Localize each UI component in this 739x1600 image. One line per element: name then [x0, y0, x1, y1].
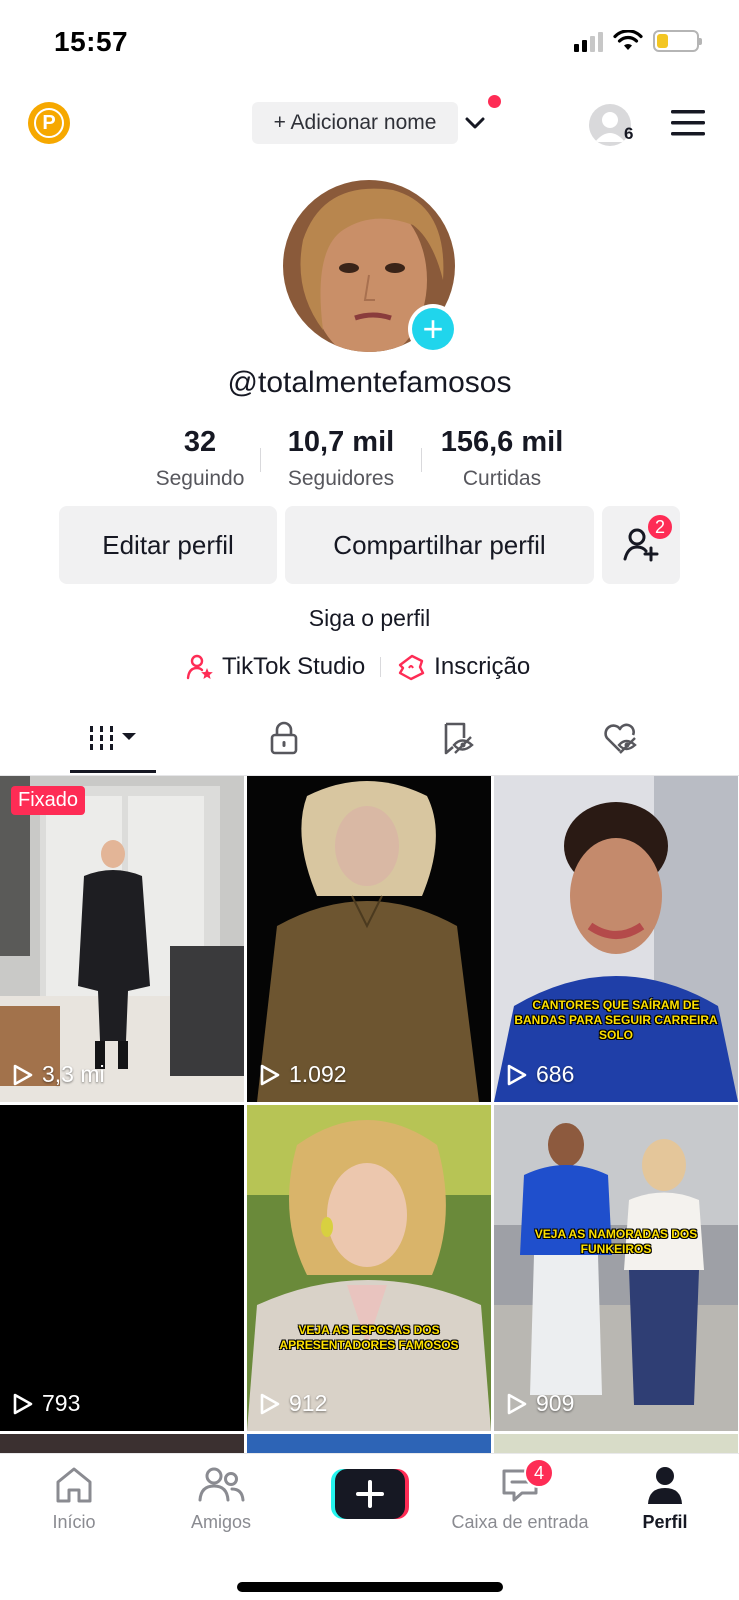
video-thumbnail[interactable]: VEJA AS NAMORADAS DOS FUNKEIROS 909 — [494, 1105, 738, 1431]
nav-label: Amigos — [190, 1512, 252, 1532]
stat-followers[interactable]: 10,7 mil Seguidores — [261, 426, 421, 496]
share-profile-button[interactable]: Compartilhar perfil — [285, 506, 594, 584]
play-icon — [507, 1393, 527, 1414]
tab-favorites[interactable] — [437, 718, 477, 758]
video-thumbnail-image — [0, 1105, 244, 1431]
stat-following[interactable]: 32 Seguindo — [140, 426, 260, 496]
bottom-navigation: Início Amigos Caixa de entrada 4 Perfil — [0, 1453, 739, 1600]
link-divider — [380, 657, 382, 677]
wifi-icon — [613, 30, 643, 50]
play-icon — [260, 1064, 280, 1085]
play-icon — [260, 1393, 280, 1414]
video-caption: CANTORES QUE SAÍRAM DE BANDAS PARA SEGUI… — [514, 998, 718, 1042]
video-thumbnail-image — [494, 1105, 738, 1431]
stat-value: 156,6 mil — [440, 426, 564, 458]
videos-grid-icon — [90, 726, 136, 750]
points-badge-letter: P — [34, 108, 64, 138]
plus-icon: + — [412, 308, 454, 350]
stat-label: Seguidores — [287, 467, 395, 490]
inbox-badge: 4 — [524, 1458, 554, 1488]
view-count: 686 — [506, 1061, 574, 1088]
view-count-value: 3,3 mi — [42, 1061, 105, 1087]
heart-hidden-icon — [604, 723, 637, 754]
profile-tabs — [0, 700, 739, 776]
view-count-value: 793 — [42, 1390, 81, 1416]
nav-home[interactable]: Início — [4, 1464, 144, 1533]
change-photo-button[interactable]: + — [408, 304, 458, 354]
profile-icon — [648, 1467, 682, 1504]
profile-stats: 32 Seguindo 10,7 mil Seguidores 156,6 mi… — [140, 426, 610, 496]
video-thumbnail[interactable]: Fixado 3,3 mi — [0, 776, 244, 1102]
view-count: 909 — [506, 1390, 574, 1417]
ticket-icon — [398, 654, 425, 681]
menu-icon[interactable] — [670, 108, 706, 138]
video-thumbnail[interactable]: 1.092 — [247, 776, 491, 1102]
edit-profile-button[interactable]: Editar perfil — [59, 506, 277, 584]
active-tab-indicator — [70, 770, 156, 773]
cellular-signal-icon — [574, 30, 603, 52]
chevron-down-icon[interactable] — [462, 110, 488, 136]
friends-badge: 2 — [646, 513, 674, 541]
play-icon — [13, 1064, 33, 1085]
video-thumbnail-image — [0, 776, 244, 1102]
follow-profile-text: Siga o perfil — [308, 605, 431, 631]
nav-inbox[interactable]: Caixa de entrada — [446, 1464, 594, 1533]
stat-label: Seguindo — [155, 467, 245, 490]
status-bar: 15:57 — [0, 0, 739, 90]
tiktok-studio-label: TikTok Studio — [222, 653, 366, 680]
view-count: 912 — [259, 1390, 327, 1417]
nav-label: Caixa de entrada — [451, 1512, 589, 1532]
profile-links: TikTok Studio Inscrição — [186, 650, 530, 684]
battery-icon — [653, 30, 702, 52]
tiktok-studio-link[interactable]: TikTok Studio — [186, 653, 365, 681]
nav-friends[interactable]: Amigos — [151, 1464, 291, 1533]
video-thumbnail-image — [247, 776, 491, 1102]
home-icon — [56, 1467, 92, 1503]
stat-value: 10,7 mil — [287, 426, 395, 458]
video-caption: VEJA AS ESPOSAS DOS APRESENTADORES FAMOS… — [279, 1323, 459, 1352]
view-count-value: 909 — [536, 1390, 575, 1416]
nav-profile[interactable]: Perfil — [595, 1464, 735, 1533]
video-thumbnail[interactable]: CANTORES QUE SAÍRAM DE BANDAS PARA SEGUI… — [494, 776, 738, 1102]
video-thumbnail-image — [494, 776, 738, 1102]
add-name-button[interactable]: + Adicionar nome — [252, 102, 458, 144]
status-time: 15:57 — [54, 26, 129, 57]
stat-value: 32 — [183, 426, 217, 458]
bookmark-hidden-icon — [444, 722, 474, 755]
account-count: 6 — [624, 124, 634, 143]
tab-liked[interactable] — [600, 718, 640, 758]
view-count-value: 1.092 — [289, 1061, 347, 1087]
person-star-icon — [186, 654, 213, 680]
create-button[interactable] — [331, 1469, 409, 1519]
play-icon — [507, 1064, 527, 1085]
video-caption: VEJA AS NAMORADAS DOS FUNKEIROS — [534, 1227, 698, 1256]
tab-private[interactable] — [264, 718, 304, 758]
view-count: 3,3 mi — [12, 1061, 105, 1088]
stat-likes[interactable]: 156,6 mil Curtidas — [422, 426, 582, 496]
home-indicator — [237, 1582, 503, 1592]
view-count-value: 686 — [536, 1061, 575, 1087]
nav-label: Início — [52, 1512, 96, 1532]
view-count: 1.092 — [259, 1061, 347, 1088]
status-icons — [574, 30, 702, 52]
video-thumbnail[interactable]: 793 — [0, 1105, 244, 1431]
lock-icon — [270, 721, 298, 755]
subscription-link[interactable]: Inscrição — [396, 653, 530, 681]
subscription-label: Inscrição — [434, 653, 531, 680]
nav-label: Perfil — [642, 1512, 688, 1532]
username: @totalmentefamosos — [227, 366, 512, 399]
points-badge[interactable]: P — [28, 102, 70, 144]
video-thumbnail-image — [247, 1105, 491, 1431]
view-count: 793 — [12, 1390, 80, 1417]
notification-dot — [488, 95, 501, 108]
view-count-value: 912 — [289, 1390, 328, 1416]
play-icon — [13, 1393, 33, 1414]
video-thumbnail[interactable]: VEJA AS ESPOSAS DOS APRESENTADORES FAMOS… — [247, 1105, 491, 1431]
friends-icon — [198, 1467, 245, 1502]
pinned-label: Fixado — [11, 786, 86, 815]
tab-videos[interactable] — [86, 718, 142, 758]
stat-label: Curtidas — [462, 467, 542, 490]
